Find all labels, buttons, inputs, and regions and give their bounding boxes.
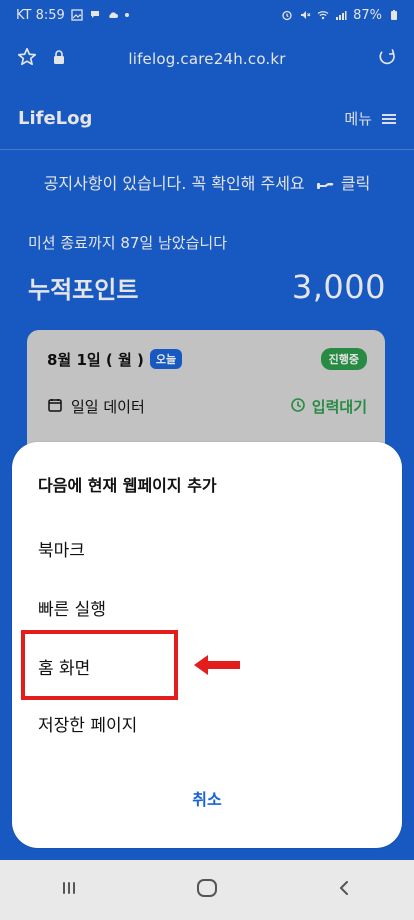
back-button[interactable]	[321, 866, 369, 914]
home-button[interactable]	[183, 866, 231, 914]
menu-item-saved-pages[interactable]: 저장한 페이지	[38, 703, 338, 743]
recents-button[interactable]	[45, 866, 93, 914]
menu-item-bookmark[interactable]: 북마크	[38, 528, 338, 568]
menu-item-quick-launch[interactable]: 빠른 실행	[38, 587, 338, 627]
back-icon	[334, 877, 356, 903]
arrow-left-icon	[192, 653, 242, 677]
home-icon	[194, 877, 220, 903]
sheet-title: 다음에 현재 웹페이지 추가	[38, 476, 217, 495]
recents-icon	[58, 877, 80, 903]
system-nav-bar	[0, 860, 414, 920]
cancel-button[interactable]: 취소	[12, 786, 402, 810]
add-page-sheet: 다음에 현재 웹페이지 추가 북마크 빠른 실행 홈 화면 저장한 페이지 취소	[12, 442, 402, 848]
highlight-box	[21, 630, 178, 700]
